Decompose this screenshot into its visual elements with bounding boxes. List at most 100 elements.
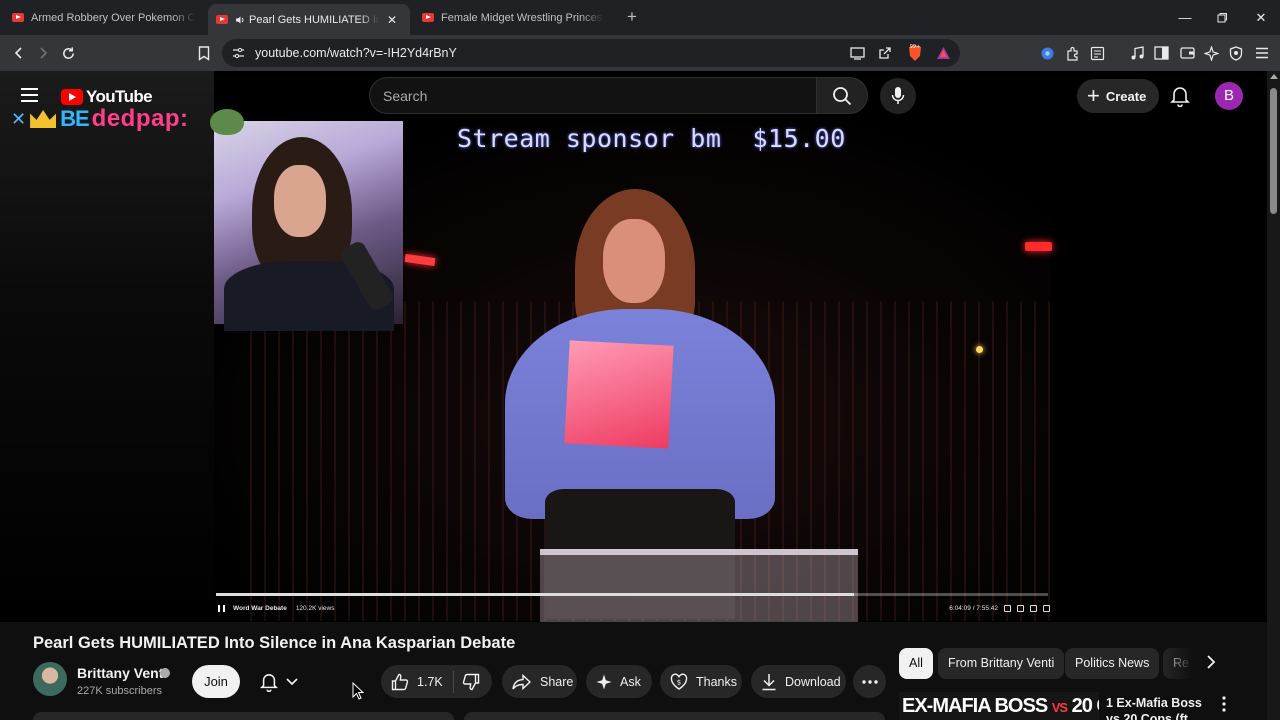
brave-rewards-icon[interactable] — [934, 44, 952, 62]
chip-politics-news[interactable]: Politics News — [1065, 648, 1160, 679]
share-icon — [512, 673, 532, 690]
ask-button[interactable]: Ask — [586, 665, 652, 698]
thanks-button[interactable]: $ Thanks — [660, 665, 742, 698]
leo-ai-icon[interactable] — [1202, 44, 1220, 62]
search-icon — [833, 86, 852, 105]
inner-video-progress — [216, 593, 1048, 596]
minimize-icon[interactable]: — — [1176, 9, 1194, 27]
youtube-play-icon — [61, 89, 83, 105]
svg-text:$: $ — [677, 678, 681, 686]
youtube-favicon-icon — [422, 13, 434, 22]
youtube-logo-text: YouTube — [86, 87, 153, 106]
site-settings-icon[interactable] — [232, 47, 245, 59]
like-button[interactable] — [391, 673, 409, 691]
extension-blue-icon[interactable] — [1038, 44, 1056, 62]
chevron-down-icon — [286, 677, 298, 685]
inner-video-controls: Word War Debate 120.2K views 6:04:09 / 7… — [218, 604, 1050, 616]
guide-menu-icon[interactable] — [21, 88, 38, 103]
chat-overlay: ✕ BE dedpap: — [11, 105, 188, 133]
download-icon — [761, 673, 777, 691]
thumb-text-right: 20 COPS — [1071, 695, 1099, 717]
voice-search-button[interactable] — [880, 78, 916, 114]
download-button[interactable]: Download — [751, 665, 846, 698]
ask-label: Ask — [620, 674, 641, 689]
recommendation-title[interactable]: 1 Ex-Mafia Boss vs 20 Cops (ft. Micha... — [1106, 695, 1216, 720]
media-music-icon[interactable] — [1128, 44, 1146, 62]
thanks-label: Thanks — [696, 674, 737, 689]
search-input[interactable]: Search — [369, 77, 816, 114]
thumbs-up-icon — [391, 673, 409, 690]
scroll-up-icon[interactable] — [1270, 74, 1278, 79]
tab-armed-robbery[interactable]: Armed Robbery Over Pokemon Cards — [4, 4, 204, 31]
description-box[interactable] — [33, 712, 454, 720]
more-actions-button[interactable] — [853, 665, 886, 698]
chip-all[interactable]: All — [899, 648, 933, 679]
download-label: Download — [785, 674, 841, 689]
recommendation-thumbnail[interactable]: EX-MAFIA BOSS VS 20 COPS — [899, 692, 1099, 720]
svg-text:99+: 99+ — [910, 44, 921, 50]
create-button[interactable]: + Create — [1077, 79, 1159, 113]
chat-username: dedpap: — [91, 105, 189, 132]
tab-title: Pearl Gets HUMILIATED Into Silence in An… — [249, 13, 379, 26]
vpn-shield-icon[interactable] — [1227, 44, 1245, 62]
new-tab-button[interactable]: + — [624, 8, 640, 26]
create-label: Create — [1105, 88, 1147, 104]
back-icon[interactable] — [10, 44, 28, 62]
inner-view-count: 120.2K views — [295, 605, 335, 612]
chip-fade — [1160, 648, 1200, 679]
youtube-logo[interactable]: YouTube — [61, 87, 153, 107]
bell-icon — [1170, 87, 1190, 107]
extensions-puzzle-icon[interactable] — [1064, 44, 1082, 62]
chevron-right-icon[interactable] — [1206, 655, 1216, 669]
comments-teaser[interactable] — [464, 712, 885, 720]
chat-badge-text: BE — [60, 106, 90, 131]
thumbs-down-icon — [462, 673, 479, 690]
restore-window-icon[interactable] — [1213, 9, 1231, 27]
bell-icon — [260, 673, 278, 692]
video-player[interactable]: ✕ BE dedpap: Stream sponsor bm $15.00 Wo… — [0, 71, 1267, 622]
frog-emote-icon — [210, 109, 244, 135]
search-button[interactable] — [816, 77, 868, 114]
url-text: youtube.com/watch?v=-IH2Yd4rBnY — [255, 46, 457, 60]
fullscreen-icon — [1043, 605, 1050, 612]
share-button[interactable]: Share — [502, 665, 577, 698]
tab-close-icon[interactable]: ✕ — [387, 13, 397, 27]
reload-icon[interactable] — [59, 44, 77, 62]
like-dislike-group: 1.7K — [381, 665, 492, 698]
thumb-text-vs: VS — [1051, 700, 1068, 715]
reader-mode-icon[interactable] — [1088, 44, 1106, 62]
scrollbar-thumb[interactable] — [1270, 88, 1277, 214]
forward-icon[interactable] — [34, 44, 52, 62]
like-divider — [452, 670, 454, 693]
browser-menu-icon[interactable] — [1253, 44, 1271, 62]
sponsor-alert: Stream sponsor bm $15.00 — [457, 124, 846, 153]
super-thanks-icon: $ — [670, 673, 688, 691]
notifications-button[interactable] — [1170, 85, 1190, 107]
sidebar-icon[interactable] — [1152, 44, 1170, 62]
channel-name[interactable]: Brittany Venti — [77, 665, 167, 681]
tab-female-midget-wrestling[interactable]: Female Midget Wrestling Princess Lili — [414, 4, 612, 31]
sword-badge-icon: ✕ — [11, 108, 27, 129]
player-left-backdrop — [0, 71, 214, 622]
speaker-paper — [564, 340, 674, 449]
like-count: 1.7K — [417, 674, 443, 689]
close-window-icon[interactable]: ✕ — [1252, 9, 1270, 27]
subscription-notify-button[interactable] — [248, 665, 310, 698]
account-avatar[interactable]: B — [1215, 82, 1243, 110]
bookmark-icon[interactable] — [195, 44, 213, 62]
dislike-button[interactable] — [462, 673, 480, 691]
plus-icon: + — [1087, 83, 1100, 108]
cast-icon[interactable] — [848, 44, 866, 62]
share-label: Share — [540, 674, 574, 689]
share-page-icon[interactable] — [876, 44, 894, 62]
brave-shield-icon[interactable]: 99+ — [906, 44, 924, 62]
wallet-icon[interactable] — [1178, 44, 1196, 62]
recommendation-more-icon[interactable] — [1222, 696, 1226, 712]
verified-icon — [160, 668, 170, 678]
channel-avatar[interactable] — [33, 662, 67, 696]
chip-from-channel[interactable]: From Brittany Venti — [938, 648, 1065, 679]
tab-pearl-humiliated[interactable]: Pearl Gets HUMILIATED Into Silence in An… — [208, 4, 410, 35]
crown-badge-icon — [30, 110, 57, 128]
speaker-icon[interactable] — [235, 15, 245, 25]
join-button[interactable]: Join — [192, 665, 240, 698]
